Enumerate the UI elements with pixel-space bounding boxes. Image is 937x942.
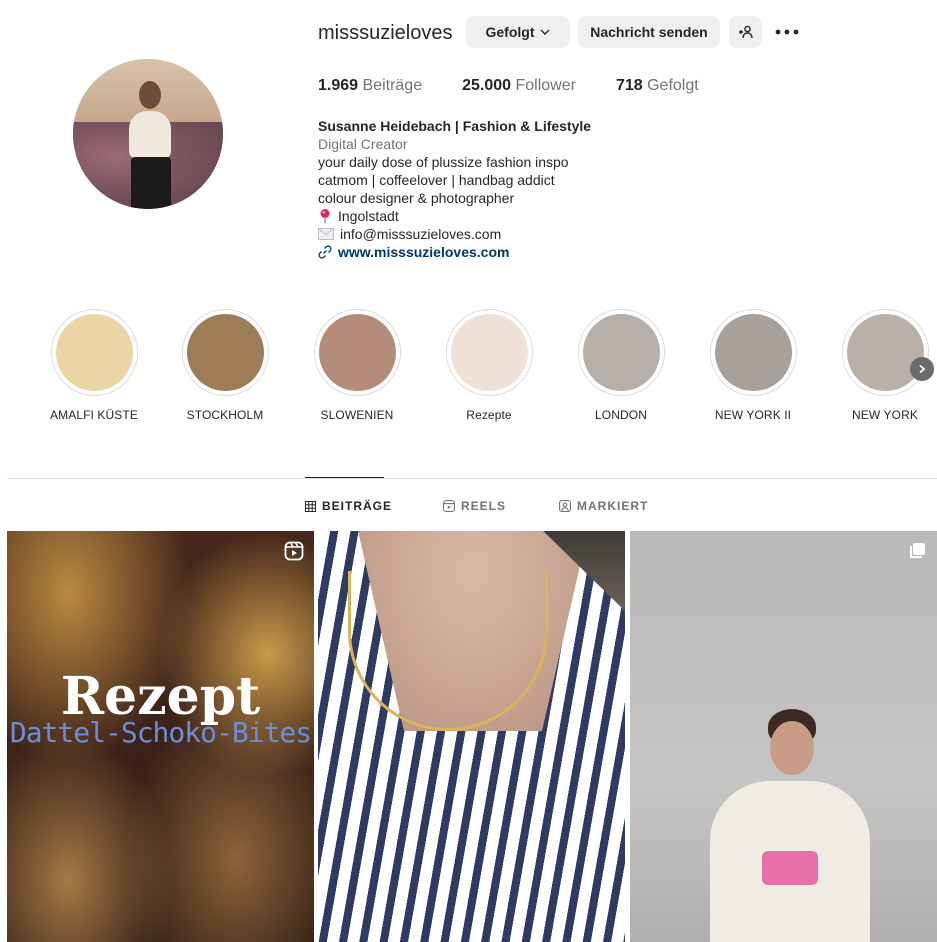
highlight-ring	[709, 309, 797, 396]
highlight-label: SLOWENIEN	[320, 408, 394, 422]
profile-stats: 1.969 Beiträge 25.000 Follower 718 Gefol…	[318, 77, 699, 95]
avatar-person-bottom	[131, 157, 171, 209]
highlight-item[interactable]: LONDON	[569, 309, 673, 422]
more-horizontal-icon	[775, 29, 799, 35]
avatar-person-top	[129, 111, 171, 159]
highlights-next-button[interactable]	[910, 357, 934, 381]
active-tab-indicator	[305, 477, 384, 478]
following-button[interactable]: Gefolgt	[466, 16, 570, 48]
highlight-item[interactable]: Rezepte	[437, 309, 541, 422]
post-tile[interactable]: Rezept Dattel-Schoko-Bites	[7, 531, 314, 942]
bio-email: info@misssuzieloves.com	[318, 225, 591, 243]
profile-username: misssuzieloves	[318, 22, 453, 44]
more-options-button[interactable]	[774, 22, 800, 42]
bio-line-1: your daily dose of plussize fashion insp…	[318, 154, 569, 170]
tab-posts[interactable]: BEITRÄGE	[305, 499, 392, 513]
bio-line-3: colour designer & photographer	[318, 190, 515, 206]
post-photo-handbag	[762, 851, 818, 885]
tab-tagged-label: MARKIERT	[577, 499, 649, 513]
profile-bio: Susanne Heidebach | Fashion & Lifestyle …	[318, 117, 591, 261]
following-count[interactable]: 718 Gefolgt	[616, 77, 699, 95]
followers-count-label: Follower	[515, 77, 576, 94]
bio-website[interactable]: www.misssuzieloves.com	[318, 243, 591, 261]
carousel-icon	[910, 543, 925, 558]
following-count-label: Gefolgt	[647, 77, 699, 94]
highlight-cover	[714, 314, 792, 391]
grid-icon	[305, 500, 316, 512]
tab-reels-label: REELS	[461, 499, 507, 513]
highlight-label: NEW YORK II	[714, 408, 792, 422]
highlight-ring	[577, 309, 665, 396]
highlight-label: AMALFI KÜSTE	[50, 408, 138, 422]
bio-email-text: info@misssuzieloves.com	[340, 226, 502, 242]
profile-avatar[interactable]	[73, 59, 223, 209]
envelope-icon	[318, 228, 334, 240]
highlight-label: LONDON	[595, 408, 647, 422]
highlight-item[interactable]: STOCKHOLM	[173, 309, 277, 422]
followers-count[interactable]: 25.000 Follower	[462, 77, 576, 95]
highlight-ring	[841, 309, 929, 396]
highlight-ring	[313, 309, 401, 396]
tabs-divider	[7, 478, 937, 479]
followers-count-number: 25.000	[462, 77, 512, 94]
post-reel-badge	[284, 541, 304, 561]
tab-reels[interactable]: REELS	[443, 499, 506, 513]
bio-location-text: Ingolstadt	[338, 208, 399, 224]
profile-display-name: Susanne Heidebach | Fashion & Lifestyle	[318, 118, 592, 134]
highlight-cover	[846, 314, 924, 391]
highlight-ring	[50, 309, 138, 396]
reels-icon	[443, 500, 455, 512]
posts-count-label: Beiträge	[362, 77, 423, 94]
bio-location: Ingolstadt	[318, 207, 591, 225]
tab-posts-label: BEITRÄGE	[322, 499, 393, 513]
highlight-ring	[445, 309, 533, 396]
highlight-label: NEW YORK	[852, 408, 918, 422]
highlight-cover	[186, 314, 264, 391]
highlight-label: Rezepte	[466, 408, 512, 422]
send-message-label: Nachricht senden	[590, 24, 708, 40]
highlight-cover	[582, 314, 660, 391]
send-message-button[interactable]: Nachricht senden	[578, 16, 720, 48]
pin-icon	[320, 209, 330, 224]
suggest-accounts-button[interactable]	[729, 16, 762, 48]
highlight-cover	[450, 314, 528, 391]
bio-line-2: catmom | coffeelover | handbag addict	[318, 172, 555, 188]
post-overlay-subtitle: Dattel-Schoko-Bites	[9, 716, 312, 749]
following-count-number: 718	[615, 77, 643, 94]
highlight-cover	[318, 314, 396, 391]
profile-category: Digital Creator	[318, 136, 408, 152]
reel-icon	[284, 541, 304, 561]
add-user-icon	[738, 25, 753, 39]
chevron-down-icon	[540, 29, 549, 35]
tagged-icon	[559, 500, 571, 512]
highlight-ring	[181, 309, 269, 396]
post-carousel-badge	[907, 541, 927, 561]
post-tile[interactable]	[630, 531, 937, 942]
link-icon	[318, 245, 332, 259]
highlight-cover	[55, 314, 133, 391]
posts-count-number: 1.969	[318, 77, 359, 94]
post-photo-head	[770, 721, 814, 775]
highlight-item[interactable]: NEW YORK II	[701, 309, 805, 422]
chevron-right-icon	[919, 364, 926, 374]
avatar-person-head	[139, 81, 161, 109]
tab-tagged[interactable]: MARKIERT	[559, 499, 648, 513]
highlight-item[interactable]: SLOWENIEN	[305, 309, 409, 422]
following-button-label: Gefolgt	[485, 24, 535, 40]
highlight-item[interactable]: AMALFI KÜSTE	[42, 309, 146, 422]
highlight-label: STOCKHOLM	[186, 408, 264, 422]
story-highlights: AMALFI KÜSTE STOCKHOLM SLOWENIEN Rezepte…	[42, 309, 937, 429]
posts-count: 1.969 Beiträge	[318, 77, 422, 95]
bio-website-link[interactable]: www.misssuzieloves.com	[338, 243, 509, 261]
post-tile[interactable]	[318, 531, 625, 942]
